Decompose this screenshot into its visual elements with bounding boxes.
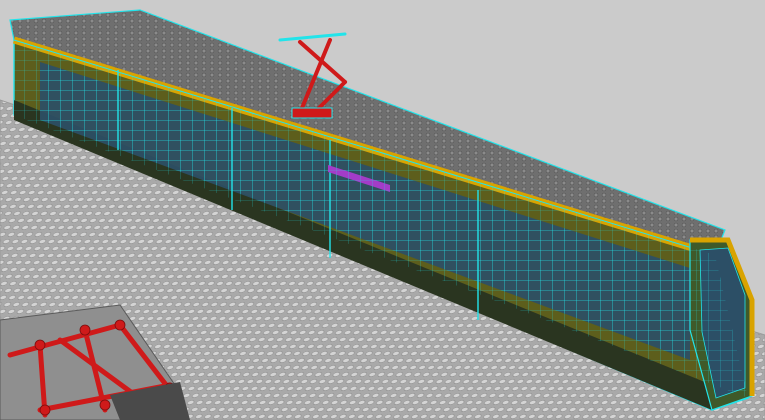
3d-viewport[interactable]: [0, 0, 765, 420]
scene-canvas[interactable]: [0, 0, 765, 420]
